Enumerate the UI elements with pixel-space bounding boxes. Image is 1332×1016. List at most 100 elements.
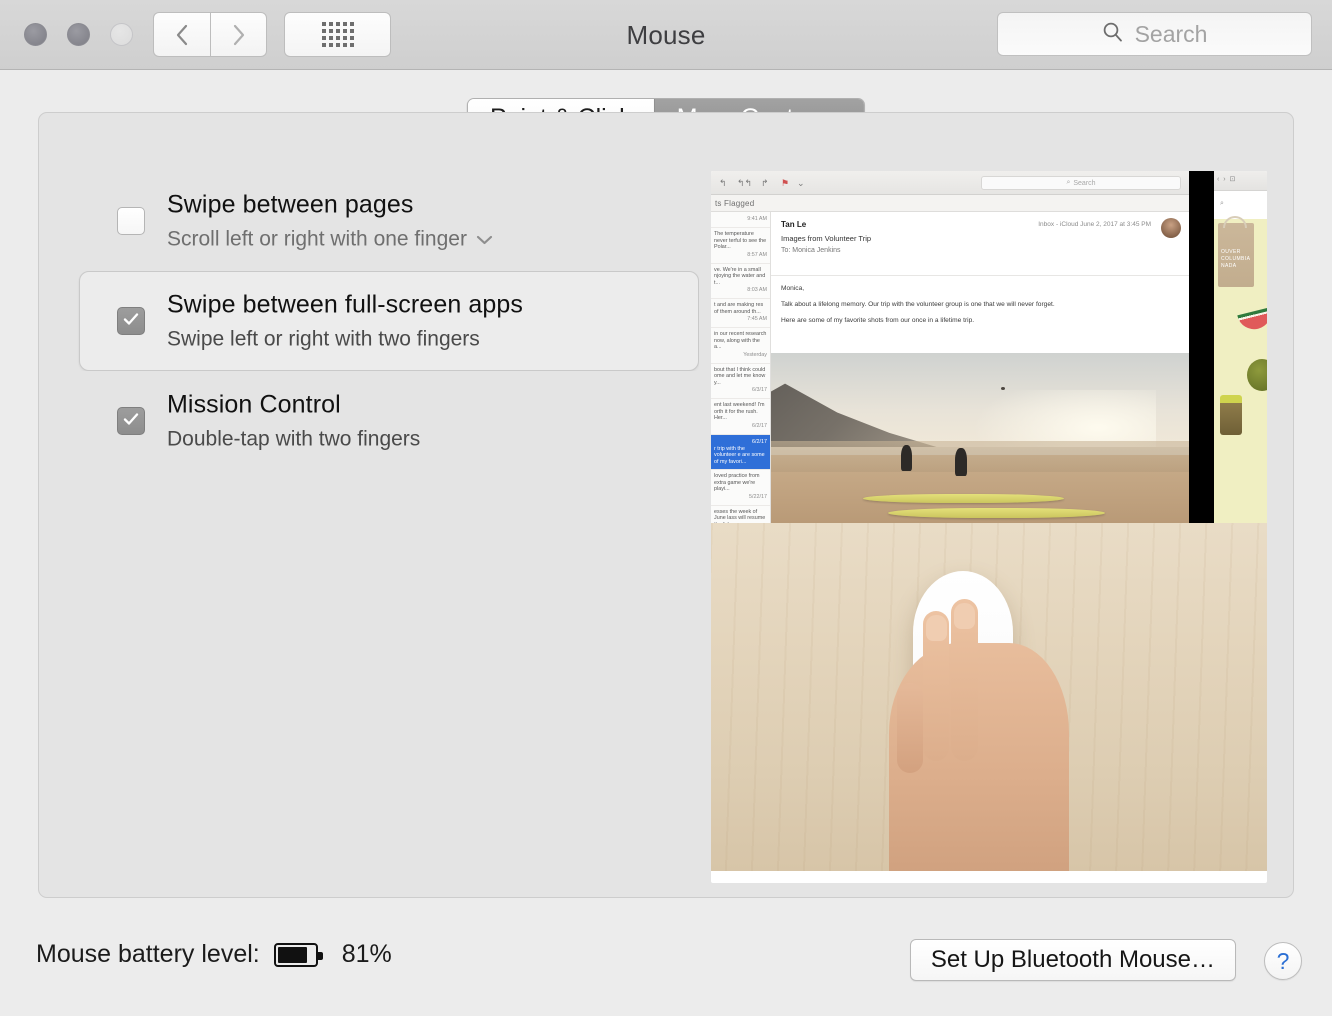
message-snippet: The temperature never terful to see the … [714, 231, 767, 250]
tote-bag: OUVER COLUMBIA NADA [1218, 216, 1254, 287]
list-item-selected[interactable]: 6/2/17 r trip with the volunteer e are so… [711, 434, 770, 470]
battery-percent: 81% [341, 940, 392, 968]
demo-screen-capture: ↰ ↰↰ ↱ ⚑ ⌄ ⌕ Search ts Flagged 9:41 AM T… [711, 171, 1267, 523]
message-date: 7:45 AM [747, 316, 767, 322]
checkbox-mission-control[interactable] [117, 407, 145, 435]
checkmark-icon [122, 310, 140, 333]
message-snippet: bout that I think could ome and let me k… [714, 366, 766, 386]
help-button[interactable]: ? [1264, 942, 1302, 980]
message-to: To: Monica Jenkins [781, 247, 841, 254]
battery-fill [277, 946, 307, 963]
fingernail [926, 615, 947, 641]
safari-search-row: ⌕ [1214, 191, 1267, 219]
list-item[interactable]: bout that I think could ome and let me k… [711, 364, 770, 399]
flag-icon: ⚑ [781, 178, 790, 188]
gesture-subtitle-row: Swipe left or right with two fingers [167, 325, 523, 355]
gesture-row-swipe-between-full-screen-apps[interactable]: Swipe between full-screen apps Swipe lef… [39, 271, 699, 371]
mail-search-field[interactable]: ⌕ Search [981, 176, 1181, 190]
surfboard [888, 507, 1106, 518]
checkmark-icon [122, 410, 140, 433]
chevron-down-icon: ⌄ [797, 178, 805, 188]
mail-message-header: Inbox - iCloud June 2, 2017 at 3:45 PM T… [771, 212, 1189, 276]
list-item[interactable]: loved practice from extra game we're pla… [711, 470, 770, 506]
mail-message-list: 9:41 AM The temperature never terful to … [711, 212, 771, 523]
reply-icon: ↰ [719, 178, 727, 188]
watermelon-slice [1237, 307, 1267, 333]
gesture-row-swipe-between-pages[interactable]: Swipe between pages Scroll left or right… [39, 171, 669, 271]
wet-sand [771, 441, 1189, 472]
message-date: 8:03 AM [747, 287, 767, 293]
search-placeholder: Search [1134, 20, 1208, 47]
gesture-list: Swipe between pages Scroll left or right… [39, 171, 699, 471]
gesture-subtitle: Scroll left or right with one finger [167, 227, 467, 251]
checkbox-swipe-between-pages-wrap [117, 207, 145, 235]
gesture-subtitle: Double-tap with two fingers [167, 427, 421, 451]
reply-all-icon: ↰↰ [737, 178, 753, 188]
gesture-subtitle: Swipe left or right with two fingers [167, 327, 480, 351]
list-item[interactable]: ve. We're in a small njoying the water a… [711, 264, 770, 299]
message-subject: Images from Volunteer Trip [781, 234, 872, 243]
gesture-text-swipe-between-pages: Swipe between pages Scroll left or right… [167, 188, 493, 255]
gesture-text-mission-control: Mission Control Double-tap with two fing… [167, 388, 420, 455]
message-paragraph: Monica, [781, 285, 805, 292]
list-item[interactable]: The temperature never terful to see the … [711, 228, 770, 264]
gesture-subtitle-row[interactable]: Scroll left or right with one finger [167, 225, 493, 255]
mail-search-placeholder: Search [1073, 179, 1096, 187]
mouse-gesture-photo [711, 523, 1267, 871]
search-icon: ⌕ [1066, 179, 1071, 186]
safari-toolbar: ‹ › ⊡ [1214, 171, 1267, 191]
safari-page-content: OUVER COLUMBIA NADA [1214, 216, 1267, 523]
window-titlebar: Mouse Search [0, 0, 1332, 70]
thumb [897, 683, 923, 773]
list-item[interactable]: esses the week of June lass will resume … [711, 506, 770, 524]
message-date: 9:41 AM [747, 216, 767, 222]
bird [1000, 387, 1005, 390]
checkbox-mission-control-wrap [117, 407, 145, 435]
gesture-title: Swipe between pages [167, 190, 414, 219]
message-date: 6/2/17 [752, 422, 767, 429]
forward-icon: ↱ [761, 178, 769, 188]
list-item[interactable]: in our recent research now, along with t… [711, 328, 770, 364]
mail-toolbar: ↰ ↰↰ ↱ ⚑ ⌄ ⌕ Search [711, 171, 1189, 195]
battery-icon [273, 942, 323, 967]
message-date: 8:57 AM [747, 251, 767, 258]
app-transition-gap [1189, 171, 1214, 523]
message-date: 5/22/17 [749, 493, 767, 500]
set-up-bluetooth-mouse-button[interactable]: Set Up Bluetooth Mouse… [909, 939, 1236, 981]
mail-window: ↰ ↰↰ ↱ ⚑ ⌄ ⌕ Search ts Flagged 9:41 AM T… [711, 171, 1189, 523]
tote-text: OUVER COLUMBIA NADA [1221, 249, 1251, 269]
message-paragraph: Here are some of my favorite shots from … [781, 317, 975, 324]
checkbox-swipe-between-pages[interactable] [117, 207, 145, 235]
message-snippet: ve. We're in a small njoying the water a… [714, 266, 766, 286]
checkbox-swipe-between-full-screen-apps[interactable] [117, 307, 145, 335]
list-item[interactable]: t and are making res of them around th..… [711, 299, 770, 328]
message-snippet: t and are making res of them around th..… [714, 302, 764, 315]
surfer [900, 444, 912, 471]
surfboard [862, 494, 1064, 504]
beach-photo [771, 353, 1189, 523]
battery-label: Mouse battery level: [36, 940, 260, 968]
search-input[interactable]: Search [997, 12, 1312, 56]
system-preferences-window: Mouse Search Point & Click More Gestures [0, 0, 1332, 1016]
list-item[interactable]: 9:41 AM [711, 212, 770, 228]
checkbox-swipe-full-screen-wrap [117, 307, 145, 335]
gesture-text-swipe-between-full-screen-apps: Swipe between full-screen apps Swipe lef… [167, 288, 523, 355]
mail-message-body: Monica, Talk about a lifelong memory. Ou… [771, 276, 1189, 340]
message-meta: Inbox - iCloud June 2, 2017 at 3:45 PM [1038, 221, 1151, 228]
chevron-down-icon[interactable] [476, 225, 493, 255]
mail-mailbox-tabs: ts Flagged [711, 195, 1189, 212]
gesture-demo-video: ↰ ↰↰ ↱ ⚑ ⌄ ⌕ Search ts Flagged 9:41 AM T… [711, 171, 1267, 883]
preferences-panel: Swipe between pages Scroll left or right… [38, 112, 1294, 898]
gesture-title: Swipe between full-screen apps [167, 290, 523, 319]
battery-nub [317, 951, 323, 960]
list-item[interactable]: ent last weekend! I'm orth it for the ru… [711, 399, 770, 435]
message-snippet: esses the week of June lass will resume … [714, 508, 766, 524]
gesture-subtitle-row: Double-tap with two fingers [167, 425, 420, 455]
gesture-row-mission-control[interactable]: Mission Control Double-tap with two fing… [39, 371, 669, 471]
avatar [1161, 218, 1181, 238]
gesture-title: Mission Control [167, 390, 341, 419]
message-date: 6/3/17 [752, 387, 767, 393]
message-snippet: loved practice from extra game we're pla… [714, 473, 760, 492]
message-date: Yesterday [743, 351, 767, 358]
search-icon [1102, 21, 1123, 47]
